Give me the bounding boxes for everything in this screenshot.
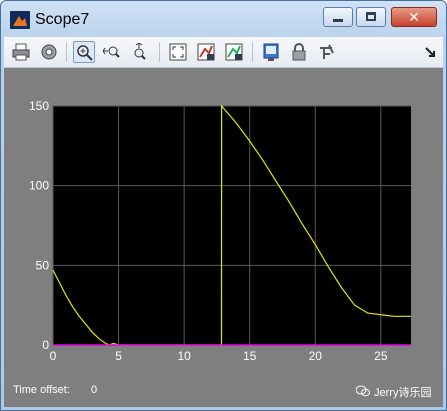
maximize-button[interactable]	[356, 7, 386, 27]
print-button[interactable]	[10, 41, 32, 63]
window-title: Scope7	[35, 11, 90, 28]
toolbar-separator	[252, 42, 253, 62]
title-bar[interactable]: Scope7 ✕	[1, 1, 446, 37]
y-tick-label: 100	[29, 179, 49, 193]
floating-scope-icon	[263, 43, 279, 61]
plot-axes-background	[53, 106, 411, 345]
x-tick-label: 15	[243, 349, 257, 363]
time-offset-value: 0	[91, 384, 98, 396]
lock-axes-button[interactable]	[288, 41, 310, 63]
scope-plot[interactable]: 0 5 10 15 20 25 0 50 100 150	[4, 68, 443, 407]
y-tick-label: 150	[29, 99, 49, 113]
lock-axes-icon	[292, 43, 306, 61]
autoscale-button[interactable]	[167, 41, 189, 63]
toolbar-separator	[159, 42, 160, 62]
maximize-icon	[366, 12, 376, 21]
zoom-x-button[interactable]	[101, 41, 123, 63]
watermark-text: Jerry诗乐园	[374, 387, 432, 399]
save-axes-settings-button[interactable]	[195, 41, 217, 63]
dock-arrow-icon	[425, 47, 435, 57]
close-button[interactable]: ✕	[391, 7, 437, 27]
y-tick-label: 0	[42, 338, 49, 352]
wechat-icon	[356, 385, 370, 397]
restore-axes-settings-button[interactable]	[223, 41, 245, 63]
matlab-scope-icon	[10, 11, 30, 29]
save-axes-settings-icon	[197, 43, 215, 61]
autoscale-icon	[169, 43, 187, 61]
close-icon: ✕	[408, 9, 420, 25]
x-tick-label: 0	[50, 349, 57, 363]
y-tick-label: 50	[36, 258, 50, 272]
minimize-button[interactable]	[323, 7, 353, 27]
time-offset-label: Time offset:	[13, 384, 70, 396]
scope-toolbar	[4, 37, 443, 68]
toolbar-separator	[66, 42, 67, 62]
scope-window: Scope7 ✕ 0 5 10 15 20 25 0 50 100 150 Ti…	[0, 0, 447, 411]
signal-selection-icon	[320, 44, 334, 59]
zoom-x-icon	[103, 46, 120, 58]
x-tick-label: 25	[374, 349, 388, 363]
restore-axes-settings-icon	[225, 43, 243, 61]
minimize-icon	[333, 19, 343, 22]
x-tick-label: 5	[115, 349, 122, 363]
parameters-icon	[41, 44, 57, 60]
zoom-y-icon	[134, 43, 146, 60]
print-icon	[12, 43, 30, 61]
x-tick-label: 10	[177, 349, 191, 363]
x-tick-label: 20	[309, 349, 323, 363]
zoom-y-button[interactable]	[129, 41, 151, 63]
signal-selection-button[interactable]	[316, 41, 338, 63]
zoom-in-button[interactable]	[73, 41, 95, 63]
floating-scope-button[interactable]	[260, 41, 282, 63]
scope-display-area: 0 5 10 15 20 25 0 50 100 150 Time offset: 0 Jerry…	[4, 68, 443, 407]
zoom-in-icon	[77, 45, 93, 61]
parameters-button[interactable]	[38, 41, 60, 63]
toolbar-overflow-button[interactable]	[420, 41, 442, 63]
